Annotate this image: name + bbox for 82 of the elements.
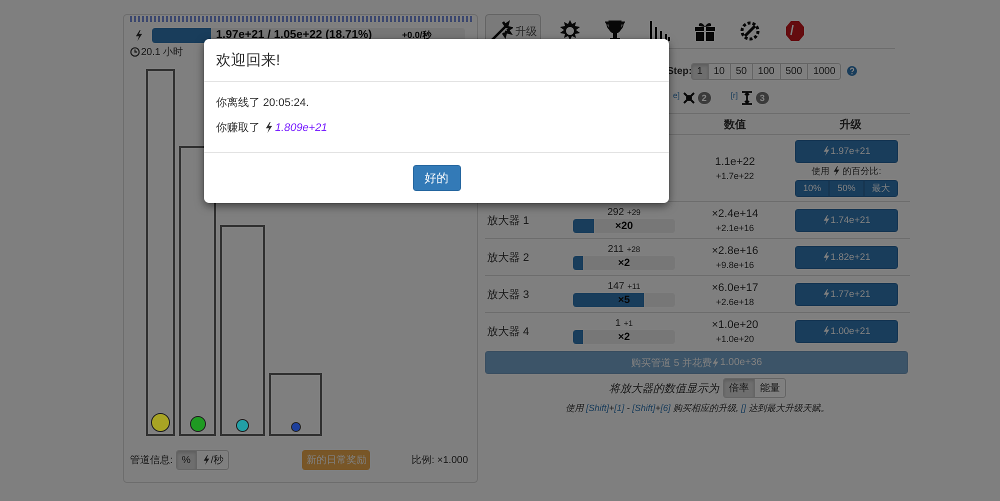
pipe-info-toggle[interactable]: % — [176, 450, 197, 470]
offline-text: 你离线了 20:05:24. — [216, 96, 310, 110]
gem-icon — [783, 19, 807, 43]
step-button[interactable]: 1 — [691, 62, 709, 80]
count-text: 147 — [608, 281, 624, 292]
column-header: 数值 — [722, 118, 747, 132]
bolt-icon — [202, 455, 210, 465]
multiplier-text: ×2 — [618, 331, 630, 343]
multiplier-text: ×20 — [615, 220, 633, 232]
energy-rate: +0.0/秒 — [402, 28, 432, 42]
percent-button[interactable]: 最大 — [864, 180, 898, 196]
count-badge: 3 — [756, 92, 769, 104]
height-icon[interactable] — [740, 91, 754, 105]
step-button[interactable]: 100 — [752, 62, 780, 80]
amplifier-name: 放大器 3 — [486, 288, 530, 302]
upgrade-button[interactable]: 1.00e+21 — [795, 320, 898, 342]
ok-button[interactable]: 好的 — [412, 165, 460, 191]
increment-text: +28 — [626, 245, 640, 254]
delta-text: +2.1e+16 — [716, 222, 754, 232]
percent-label: 使用 — [812, 164, 830, 178]
count-text: 292 — [607, 207, 624, 218]
count-badge: 2 — [698, 92, 711, 104]
delta-text: +2.6e+18 — [716, 296, 754, 306]
pipe-info-label: 管道信息: — [130, 454, 173, 467]
count-text: 1 — [615, 318, 621, 329]
multiplier-text: ×2 — [618, 257, 630, 269]
bolt-icon — [265, 122, 273, 133]
column-header: 升级 — [838, 118, 862, 132]
pipe-info-toggle[interactable]: /秒 — [196, 450, 230, 470]
dialog-title: 欢迎回来! — [216, 50, 280, 70]
upgrade-button[interactable]: 1.97e+21 — [795, 140, 898, 162]
upgrade-button[interactable]: 1.74e+21 — [795, 208, 898, 232]
hotkey-link[interactable]: e] — [673, 91, 680, 100]
earned-amount: 1.809e+21 — [275, 122, 328, 134]
amplifier-name: 放大器 2 — [486, 250, 530, 264]
earned-label: 你赚取了 — [216, 120, 260, 135]
bolt-icon — [822, 252, 830, 262]
upgrade-button[interactable]: 1.82e+21 — [795, 246, 898, 268]
hotkey-link[interactable]: [r] — [730, 91, 738, 100]
hotkey-link[interactable]: [6] — [660, 403, 671, 413]
increment-text: +1 — [624, 319, 633, 328]
upgrade-button[interactable]: 1.77e+21 — [795, 282, 898, 306]
bolt-icon — [822, 326, 830, 336]
increment-text: +11 — [627, 282, 640, 291]
energy-text: 1.97e+21 / 1.05e+22 (18.71%) — [216, 29, 372, 41]
percent-label: 的百分比: — [842, 164, 882, 178]
clock-icon — [130, 47, 140, 57]
amplifier-name: 放大器 1 — [486, 214, 530, 228]
value-text: ×6.0e+17 — [712, 282, 758, 294]
delta-text: +1.0e+20 — [716, 334, 754, 344]
time-remaining: 20.1 小时 — [141, 46, 184, 59]
help-icon[interactable] — [847, 66, 858, 76]
step-button[interactable]: 1000 — [807, 62, 842, 80]
display-mode-toggle[interactable]: 倍率 — [723, 378, 755, 398]
multiplier-text: ×5 — [618, 294, 630, 306]
delta-text: +9.8e+16 — [716, 260, 754, 270]
percent-button[interactable]: 10% — [795, 180, 830, 196]
value-text: ×2.4e+14 — [712, 208, 758, 220]
hotkey-link[interactable]: [] — [741, 403, 746, 413]
bolt-icon — [135, 30, 143, 40]
delta-text: +1.7e+22 — [716, 170, 754, 180]
percent-button[interactable]: 50% — [829, 180, 864, 196]
value-text: ×1.0e+20 — [712, 318, 758, 330]
step-button[interactable]: 10 — [708, 62, 731, 80]
display-mode-label: 将放大器的数值显示为 — [609, 382, 719, 396]
bolt-icon — [822, 289, 830, 299]
hotkey-link[interactable]: [1] — [614, 403, 624, 413]
increment-text: +29 — [627, 208, 641, 217]
value-text: ×2.8e+16 — [712, 244, 758, 256]
hint-text: 使用 [Shift]+[1] - [Shift]+[6] 购买相应的升级, [] 达到最大升级天赋。 — [564, 402, 831, 415]
step-button[interactable]: 50 — [730, 62, 753, 80]
cross-icon[interactable] — [682, 91, 696, 105]
daily-reward-button[interactable]: 新的日常奖励 — [302, 450, 370, 470]
hotkey-link[interactable]: [Shift] — [632, 403, 656, 413]
bolt-icon — [822, 215, 830, 225]
count-text: 211 — [608, 244, 624, 255]
hotkey-link[interactable]: [Shift] — [586, 403, 609, 413]
display-mode-toggle[interactable]: 能量 — [754, 378, 786, 398]
scale-text: 比例: ×1.000 — [412, 454, 468, 467]
value-text: 1.1e+22 — [714, 156, 756, 168]
amplifier-name: 放大器 4 — [486, 324, 530, 338]
step-button[interactable]: 500 — [780, 62, 808, 80]
